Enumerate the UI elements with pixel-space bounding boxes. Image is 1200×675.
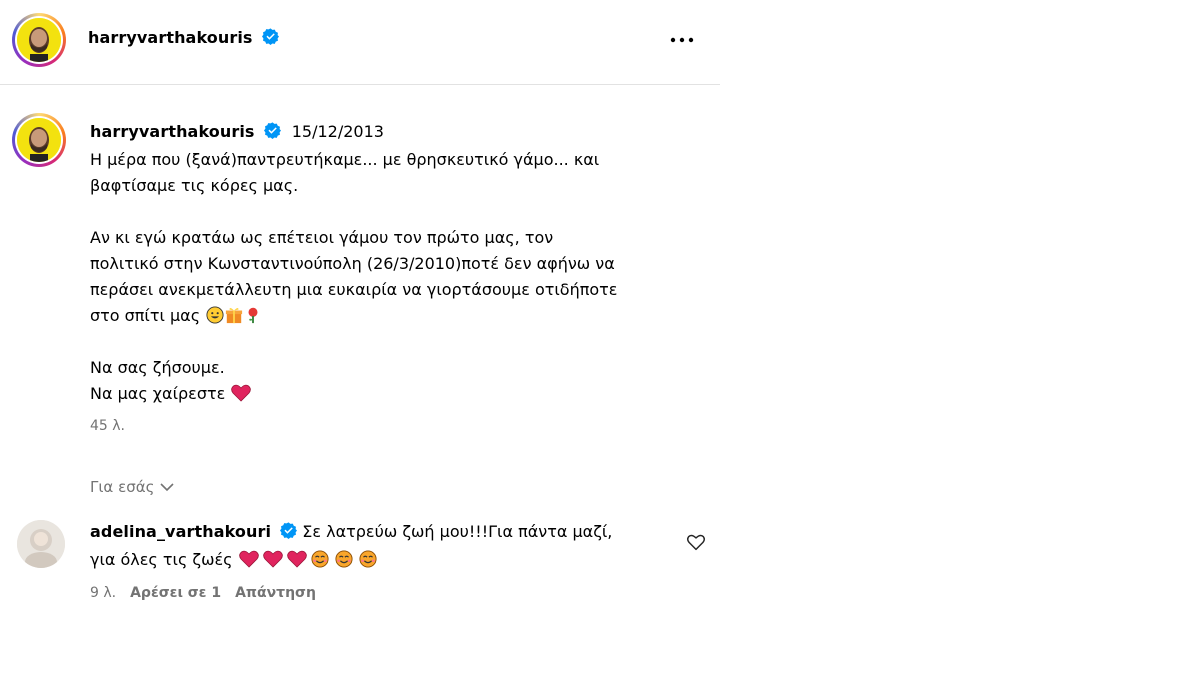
more-horizontal-icon bbox=[670, 37, 694, 43]
chevron-down-icon bbox=[160, 482, 174, 491]
verified-badge-icon bbox=[261, 28, 279, 49]
gift-icon bbox=[225, 306, 243, 324]
comments-filter-dropdown[interactable]: Για εσάς bbox=[90, 478, 174, 496]
comment-like-button[interactable] bbox=[686, 533, 706, 555]
caption-line: στο σπίτι μας bbox=[90, 306, 201, 325]
comment-reply-button[interactable]: Απάντηση bbox=[235, 585, 316, 601]
red-heart-icon bbox=[287, 550, 307, 568]
red-heart-icon bbox=[231, 384, 252, 402]
avatar-image bbox=[17, 520, 65, 568]
verified-badge-icon bbox=[263, 121, 281, 147]
caption-line: βαφτίσαμε τις κόρες μας. bbox=[90, 176, 299, 195]
comment-avatar[interactable] bbox=[17, 520, 65, 568]
smiling-face-with-hearts-icon bbox=[335, 550, 353, 568]
verified-badge-icon bbox=[280, 521, 298, 547]
avatar-image bbox=[17, 18, 61, 62]
avatar-image bbox=[17, 118, 61, 162]
rose-icon bbox=[244, 306, 262, 324]
smiling-face-with-hearts-icon bbox=[311, 550, 329, 568]
header-avatar[interactable] bbox=[12, 13, 66, 67]
smiling-face-with-hearts-icon bbox=[359, 550, 377, 568]
header-username[interactable]: harryvarthakouris bbox=[88, 28, 253, 47]
comments-filter-label: Για εσάς bbox=[90, 478, 155, 496]
post-caption: harryvarthakouris 15/12/2013 Η μέρα που … bbox=[90, 119, 710, 439]
more-options-button[interactable] bbox=[668, 28, 696, 52]
post-header: harryvarthakouris bbox=[0, 0, 720, 85]
comment-actions: 9 λ. Αρέσει σε 1 Απάντηση bbox=[90, 585, 316, 601]
comment-text: Σε λατρεύω ζωή μου!!!Για πάντα μαζί, bbox=[302, 522, 613, 541]
comment-username[interactable]: adelina_varthakouri bbox=[90, 522, 271, 541]
caption-line: περάσει ανεκμετάλλευτη μια ευκαιρία να γ… bbox=[90, 280, 618, 299]
grinning-face-icon bbox=[206, 306, 224, 324]
caption-avatar[interactable] bbox=[12, 113, 66, 167]
comment-time-ago: 9 λ. bbox=[90, 585, 117, 601]
caption-line: Αν κι εγώ κρατάω ως επέτειοι γάμου τον π… bbox=[90, 228, 554, 247]
red-heart-icon bbox=[238, 550, 259, 568]
red-heart-icon bbox=[262, 550, 283, 568]
post-panel: harryvarthakouris harryvarthakouris 15/1… bbox=[0, 0, 720, 675]
comment-likes-link[interactable]: Αρέσει σε 1 bbox=[130, 585, 221, 601]
comment-text: για όλες τις ζωές bbox=[90, 550, 233, 569]
caption-line: Η μέρα που (ξανά)παντρευτήκαμε... με θρη… bbox=[90, 150, 600, 169]
caption-line: Να σας ζήσουμε. bbox=[90, 358, 225, 377]
post-time-ago: 45 λ. bbox=[90, 418, 125, 434]
heart-outline-icon bbox=[686, 534, 706, 551]
comment: adelina_varthakouri Σε λατρεύω ζωή μου!!… bbox=[90, 519, 670, 573]
post-date: 15/12/2013 bbox=[291, 122, 384, 141]
caption-line: πολιτικό στην Κωνσταντινούπολη (26/3/201… bbox=[90, 254, 615, 273]
caption-line: Να μας χαίρεστε bbox=[90, 384, 226, 403]
caption-username[interactable]: harryvarthakouris bbox=[90, 122, 255, 141]
